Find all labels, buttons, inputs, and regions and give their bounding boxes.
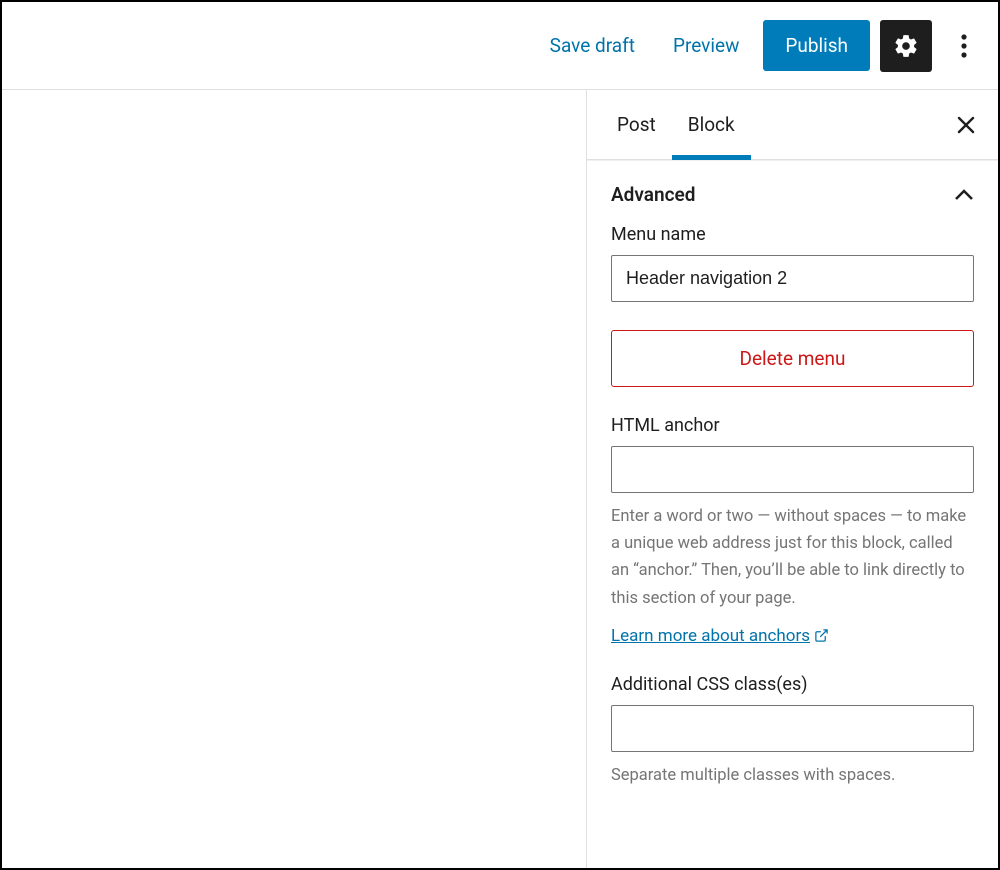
menu-name-label: Menu name xyxy=(611,224,974,245)
tab-block[interactable]: Block xyxy=(672,90,751,159)
menu-name-input[interactable] xyxy=(611,255,974,302)
css-classes-help: Separate multiple classes with spaces. xyxy=(611,762,974,789)
gear-icon xyxy=(893,33,919,59)
more-options-button[interactable] xyxy=(942,20,986,72)
publish-button[interactable]: Publish xyxy=(763,20,870,71)
external-link-icon xyxy=(814,628,829,643)
settings-button[interactable] xyxy=(880,20,932,72)
css-classes-input[interactable] xyxy=(611,705,974,752)
settings-sidebar: Post Block Advanced Menu name xyxy=(586,90,998,868)
chevron-up-icon xyxy=(954,189,974,201)
html-anchor-help: Enter a word or two — without spaces — t… xyxy=(611,503,974,612)
close-icon xyxy=(956,115,976,135)
learn-more-label: Learn more about anchors xyxy=(611,626,810,646)
sidebar-tabs: Post Block xyxy=(587,90,998,160)
html-anchor-input[interactable] xyxy=(611,446,974,493)
preview-button[interactable]: Preview xyxy=(659,24,753,67)
editor-topbar: Save draft Preview Publish xyxy=(2,2,998,90)
tab-post[interactable]: Post xyxy=(601,90,672,159)
delete-menu-button[interactable]: Delete menu xyxy=(611,330,974,387)
save-draft-button[interactable]: Save draft xyxy=(536,24,649,67)
more-vertical-icon xyxy=(961,33,967,59)
html-anchor-label: HTML anchor xyxy=(611,415,974,436)
close-sidebar-button[interactable] xyxy=(952,111,980,139)
advanced-title: Advanced xyxy=(611,183,695,206)
learn-more-anchors-link[interactable]: Learn more about anchors xyxy=(611,626,829,646)
advanced-panel: Advanced Menu name Delete menu HTML anch… xyxy=(587,160,998,817)
css-classes-label: Additional CSS class(es) xyxy=(611,674,974,695)
editor-canvas[interactable] xyxy=(2,90,586,868)
advanced-panel-toggle[interactable]: Advanced xyxy=(587,161,998,224)
